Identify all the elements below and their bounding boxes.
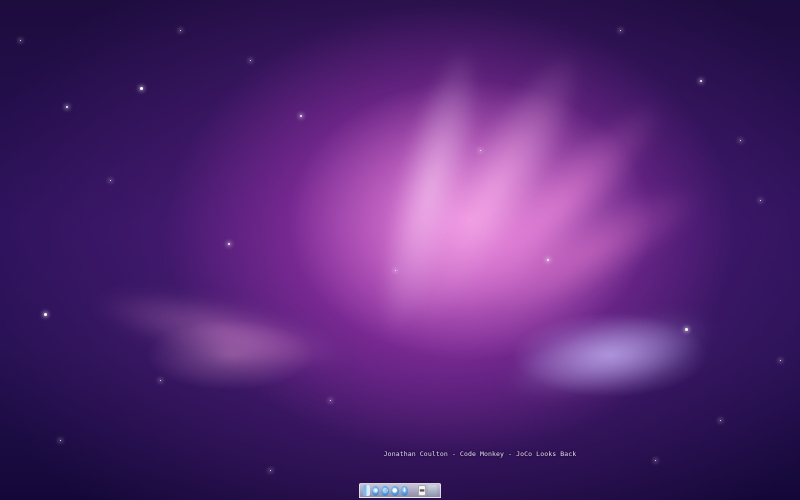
- star: [300, 115, 302, 117]
- now-playing-track-text: Jonathan Coulton - Code Monkey - JoCo Lo…: [383, 450, 577, 458]
- star: [780, 360, 781, 361]
- star: [720, 420, 721, 421]
- star: [655, 460, 656, 461]
- aurora-ray: [359, 35, 501, 345]
- star: [250, 60, 251, 61]
- star: [140, 87, 143, 90]
- star: [547, 259, 549, 261]
- aurora-ray: [86, 273, 354, 387]
- star: [760, 200, 761, 201]
- document-icon[interactable]: ▬: [418, 485, 426, 496]
- folder-icon[interactable]: [427, 485, 437, 496]
- aurora-ray: [380, 31, 610, 349]
- star: [110, 180, 111, 181]
- finder-icon[interactable]: [363, 485, 370, 496]
- star: [180, 30, 181, 31]
- network-globe-icon[interactable]: ◉: [371, 485, 380, 496]
- desktop-wallpaper: Jonathan Coulton - Code Monkey - JoCo Lo…: [0, 0, 800, 500]
- aurora-ray: [424, 79, 686, 341]
- star: [60, 440, 61, 441]
- star: [685, 328, 688, 331]
- download-icon[interactable]: ⬇: [400, 485, 409, 496]
- star: [44, 313, 47, 316]
- star: [160, 380, 161, 381]
- star: [20, 40, 21, 41]
- star: [395, 270, 396, 271]
- dock: ◉ ◎ ● ⬇ ▬: [359, 483, 441, 498]
- aurora-ray: [472, 162, 718, 338]
- star: [66, 106, 68, 108]
- star: [620, 30, 621, 31]
- aurora-ray: [494, 292, 726, 418]
- star: [700, 80, 702, 82]
- safari-compass-icon[interactable]: ◎: [381, 485, 389, 496]
- media-icon[interactable]: ●: [390, 485, 399, 496]
- star: [270, 470, 271, 471]
- star: [480, 150, 481, 151]
- star: [330, 400, 331, 401]
- star: [740, 140, 741, 141]
- star: [228, 243, 230, 245]
